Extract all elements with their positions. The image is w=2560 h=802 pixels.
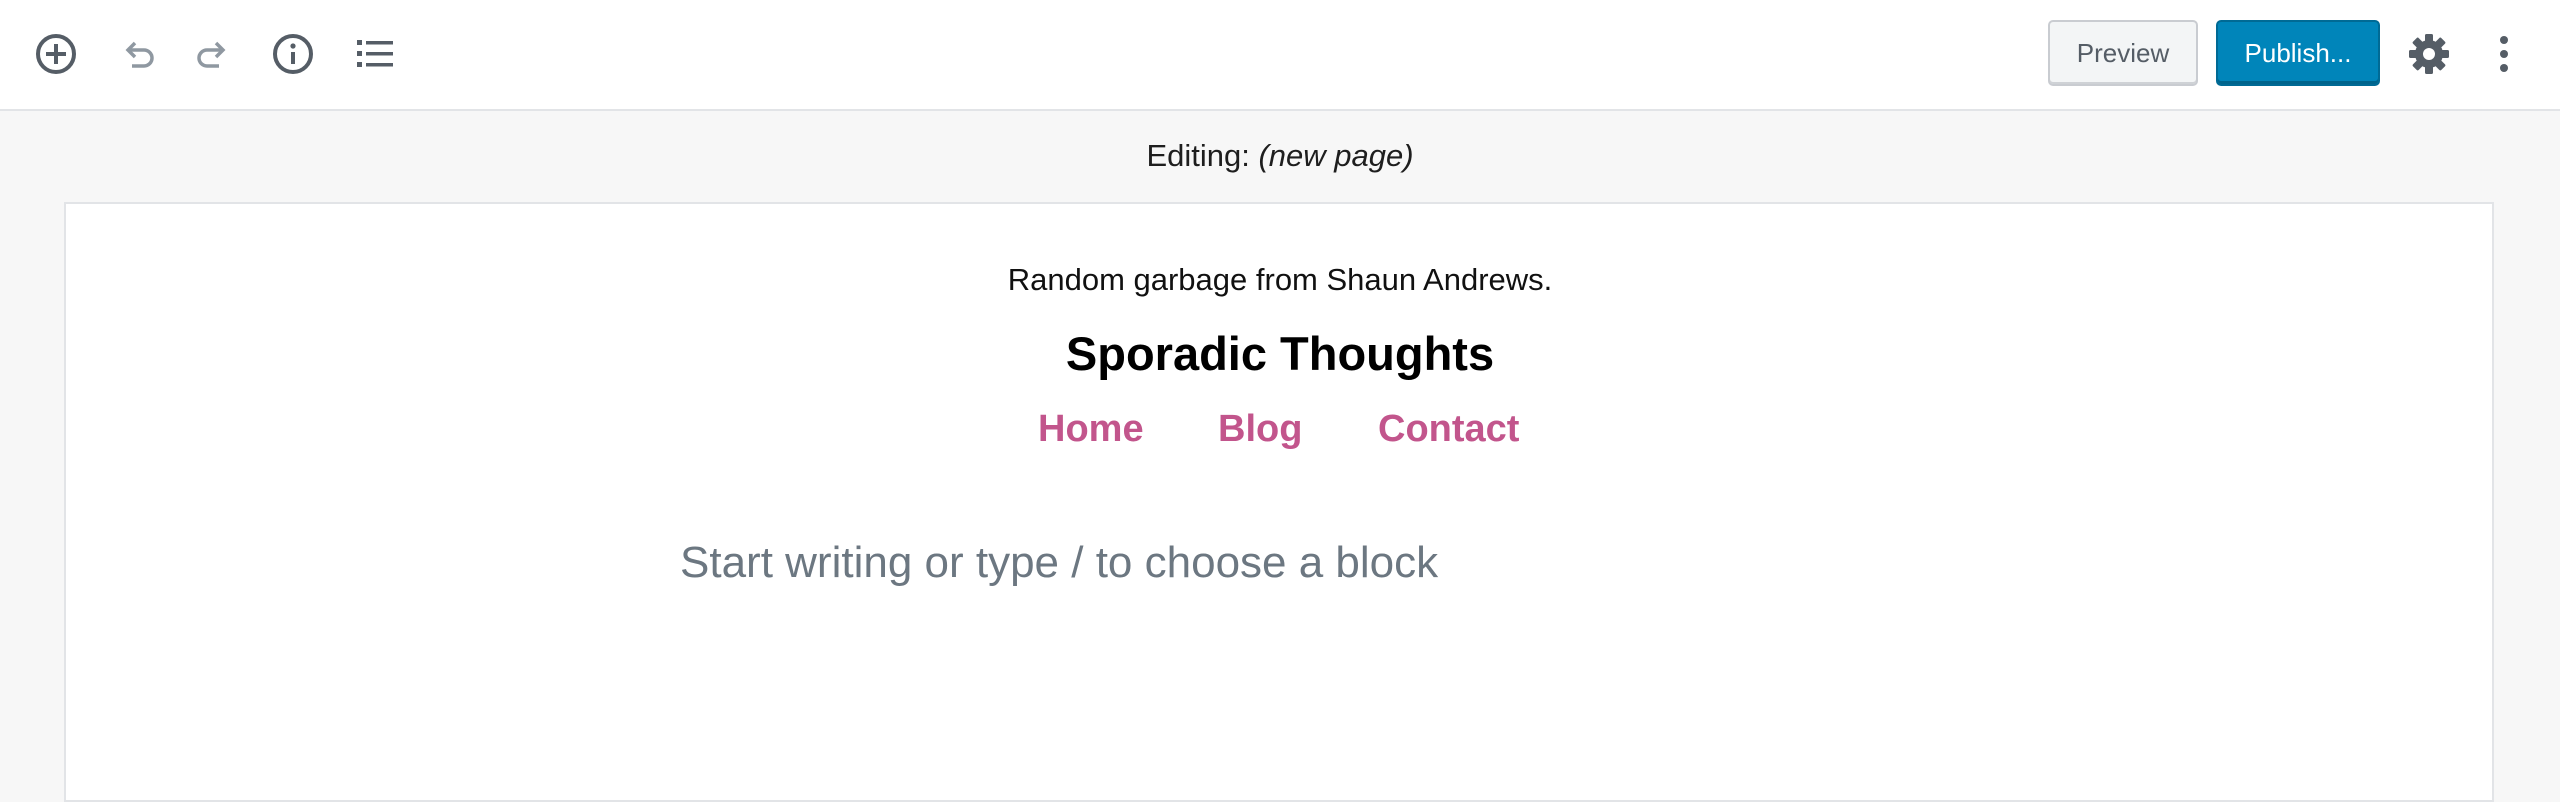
preview-button[interactable]: Preview <box>2048 20 2198 86</box>
undo-icon[interactable] <box>106 24 170 84</box>
redo-icon[interactable] <box>181 24 245 84</box>
site-tagline: Random garbage from Shaun Andrews. <box>1007 262 1553 297</box>
nav-link-blog[interactable]: Blog <box>1218 408 1302 451</box>
more-vertical-icon[interactable] <box>2472 24 2536 84</box>
editing-prefix: Editing: <box>1146 138 1250 173</box>
block-placeholder[interactable]: Start writing or type / to choose a bloc… <box>680 538 1438 588</box>
nav-link-contact[interactable]: Contact <box>1378 408 1519 451</box>
publish-button[interactable]: Publish... <box>2216 20 2380 86</box>
gear-icon[interactable] <box>2397 24 2461 84</box>
editor-toolbar: Preview Publish... <box>0 0 2560 111</box>
plus-circle-icon[interactable] <box>24 24 88 84</box>
nav-link-home[interactable]: Home <box>1038 408 1144 451</box>
editing-page-label: Editing: (new page) <box>0 138 2560 174</box>
editing-page-title: (new page) <box>1258 138 1414 173</box>
list-icon[interactable] <box>343 24 407 84</box>
site-title: Sporadic Thoughts <box>1065 327 1495 380</box>
info-icon[interactable] <box>261 24 325 84</box>
